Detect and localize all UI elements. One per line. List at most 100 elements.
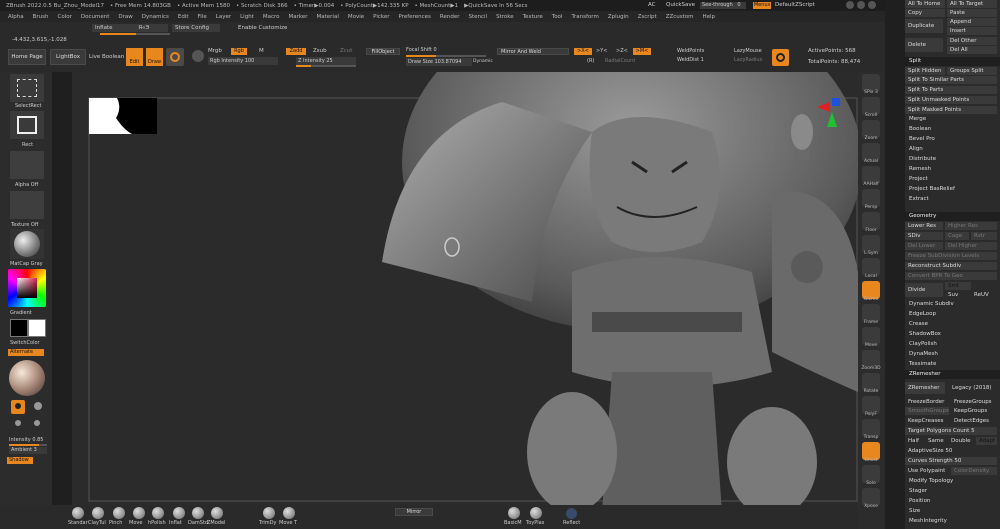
reflect-icon[interactable] <box>566 508 577 519</box>
brush-thumbnail-icon[interactable] <box>72 507 84 519</box>
z-intensity-slider[interactable]: Z Intensity 25 <box>296 57 356 65</box>
light-bulb-icon[interactable] <box>11 400 25 414</box>
smt-button[interactable]: Smt <box>945 282 971 290</box>
menu-item[interactable]: Brush <box>33 14 49 20</box>
menu-item[interactable]: File <box>198 14 207 20</box>
see-through-slider[interactable]: See-through 0 <box>700 2 746 9</box>
zsub-button[interactable]: Zsub <box>313 48 327 54</box>
menu-item[interactable]: Zplugin <box>608 14 629 20</box>
z-symmetry-button[interactable]: >Z< <box>616 48 628 54</box>
brush-thumbnail-icon[interactable] <box>92 507 104 519</box>
half-button[interactable]: Half <box>905 437 923 445</box>
default-zscript[interactable]: DefaultZScript <box>775 2 815 8</box>
select-rect-icon[interactable] <box>10 74 44 102</box>
keep-creases-button[interactable]: KeepCreases <box>905 417 949 425</box>
menu-item[interactable]: Document <box>81 14 110 20</box>
store-config-button[interactable]: Store Config <box>172 24 220 32</box>
convert-bpr-button[interactable]: Convert BPR To Geo <box>905 272 997 280</box>
menu-item[interactable]: Layer <box>216 14 231 20</box>
palette-item[interactable]: Project BasRelief <box>907 185 955 194</box>
palette-item[interactable]: ClayPolish <box>907 340 937 349</box>
ambient-slider[interactable]: Ambient 3 <box>9 447 47 454</box>
del-all-button[interactable]: Del All <box>947 46 997 54</box>
palette-item[interactable]: Stager <box>907 487 927 496</box>
m-button[interactable]: M <box>259 48 264 54</box>
curves-strength-slider[interactable]: Curves Strength 50 <box>905 457 997 465</box>
focal-shift-slider[interactable]: Focal Shift 0 <box>406 47 486 54</box>
keep-groups-button[interactable]: KeepGroups <box>951 407 997 415</box>
menu-item[interactable]: Stencil <box>468 14 487 20</box>
split-to-parts-button[interactable]: Split To Parts <box>905 86 997 94</box>
smooth-groups-slider[interactable]: SmoothGroups <box>905 407 949 415</box>
freeze-groups-button[interactable]: FreezeGroups <box>951 398 997 406</box>
palette-item[interactable]: Project <box>907 175 928 184</box>
menu-item[interactable]: Light <box>240 14 254 20</box>
freeze-subdiv-button[interactable]: Freeze SubDivision Levels <box>905 252 997 260</box>
all-to-target-button[interactable]: All To Target <box>947 0 997 8</box>
menu-item[interactable]: Help <box>703 14 716 20</box>
brush-thumbnail-icon[interactable] <box>133 507 145 519</box>
suv-button[interactable]: Suv <box>945 291 969 299</box>
groups-split-button[interactable]: Groups Split <box>947 67 997 75</box>
split-section-header[interactable]: Split <box>905 57 1000 66</box>
reconstruct-subdiv-button[interactable]: Reconstruct Subdiv <box>905 262 997 270</box>
inflate-slider[interactable]: Inflate Я«Э <box>92 24 168 32</box>
insert-button[interactable]: Insert <box>947 27 997 35</box>
lower-res-button[interactable]: Lower Res <box>905 222 943 230</box>
menu-item[interactable]: Transform <box>571 14 598 20</box>
lightbox-button[interactable]: LightBox <box>50 49 86 65</box>
live-boolean-button[interactable]: Live Boolean <box>89 54 124 60</box>
rgb-button[interactable]: Rgb <box>231 48 247 55</box>
all-to-home-button[interactable]: All To Home <box>905 0 945 8</box>
geometry-section-header[interactable]: Geometry <box>905 212 1000 221</box>
switch-color-button[interactable]: SwitchColor <box>10 340 40 346</box>
menu-item[interactable]: Movie <box>348 14 364 20</box>
mrgb-button[interactable]: Mrgb <box>208 48 222 54</box>
document-canvas[interactable] <box>72 72 858 512</box>
paste-button[interactable]: Paste <box>947 9 997 17</box>
mirror-button[interactable]: Mirror <box>395 508 433 516</box>
model-viewport[interactable] <box>72 72 858 512</box>
rect-icon[interactable] <box>10 111 44 139</box>
palette-item[interactable]: Dynamic Subdiv <box>907 300 954 309</box>
move-mode-icon[interactable] <box>166 48 184 66</box>
light-sphere-icon[interactable] <box>9 360 45 396</box>
menu-item[interactable]: Color <box>58 14 72 20</box>
m-symmetry-button[interactable]: >M< <box>633 48 651 55</box>
split-unmasked-button[interactable]: Split Unmasked Points <box>905 96 997 104</box>
menu-item[interactable]: Zscript <box>638 14 657 20</box>
radial-r-button[interactable]: (R) <box>587 58 594 64</box>
divide-button[interactable]: Divide <box>905 283 943 297</box>
matcap-icon[interactable] <box>10 229 44 259</box>
light-bulb-3-icon[interactable] <box>15 420 21 426</box>
lazy-radius-slider[interactable]: LazyRadius <box>734 57 762 63</box>
append-button[interactable]: Append <box>947 18 997 26</box>
menu-item[interactable]: Marker <box>289 14 308 20</box>
brush-thumbnail-icon[interactable] <box>263 507 275 519</box>
menus-button[interactable]: Menus <box>753 2 771 9</box>
snapshot-icon[interactable] <box>772 49 789 66</box>
dynamic-button[interactable]: Dynamic <box>473 59 493 64</box>
weld-points-button[interactable]: WeldPoints <box>677 48 704 54</box>
split-hidden-button[interactable]: Split Hidden <box>905 67 945 75</box>
secondary-color-swatch[interactable] <box>28 319 46 337</box>
zcut-button[interactable]: Zcut <box>340 48 352 54</box>
rgb-intensity-slider[interactable]: Rgb Intensity 100 <box>208 57 278 65</box>
intensity-slider[interactable]: Intensity 0.85 <box>9 437 47 444</box>
palette-item[interactable]: DynaMesh <box>907 350 938 359</box>
del-higher-button[interactable]: Del Higher <box>945 242 997 250</box>
maximize-icon[interactable] <box>857 1 865 9</box>
sdiv-slider[interactable]: SDiv <box>905 232 943 240</box>
palette-item[interactable]: Modify Topology <box>907 477 953 486</box>
menu-item[interactable]: Alpha <box>8 14 24 20</box>
shadow-button[interactable]: Shadow <box>7 457 33 464</box>
brush-thumbnail-icon[interactable] <box>283 507 295 519</box>
palette-item[interactable]: Distribute <box>907 155 936 164</box>
adaptive-size-slider[interactable]: AdaptiveSize 50 <box>905 447 997 455</box>
x-symmetry-button[interactable]: >X< <box>574 48 592 55</box>
material-sphere-icon[interactable] <box>192 50 204 62</box>
reuv-button[interactable]: ReUV <box>971 291 995 299</box>
color-picker[interactable] <box>8 269 46 307</box>
palette-item[interactable]: Extract <box>907 195 929 204</box>
palette-item[interactable]: Align <box>907 145 923 154</box>
